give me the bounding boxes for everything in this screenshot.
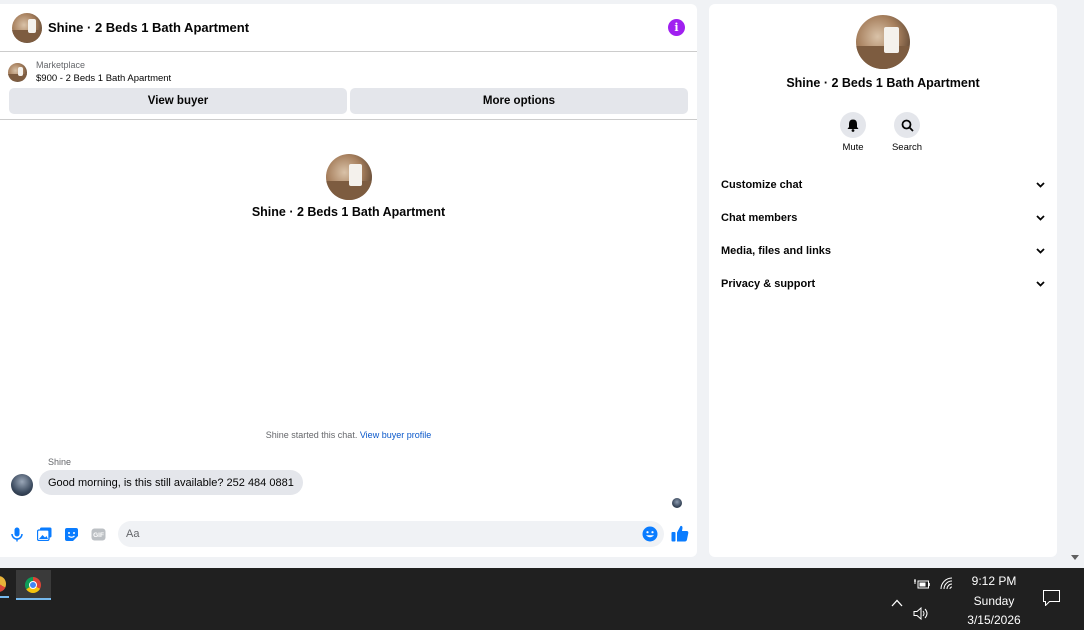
chevron-up-icon[interactable] — [891, 594, 903, 612]
chat-title[interactable]: Shine · 2 Beds 1 Bath Apartment — [48, 20, 249, 35]
scroll-down-arrow[interactable] — [1071, 555, 1079, 560]
gif-label: GIF — [93, 532, 104, 539]
started-text: Shine started this chat. — [265, 430, 358, 440]
mute-label: Mute — [842, 142, 864, 153]
clock-time: 9:12 PM — [971, 574, 1017, 588]
gif-icon[interactable]: GIF — [90, 526, 106, 542]
chat-started-note: Shine started this chat. View buyer prof… — [0, 430, 697, 440]
chat-panel: Shine · 2 Beds 1 Bath Apartment i Market… — [0, 4, 697, 557]
message-input[interactable] — [118, 521, 664, 547]
search-label: Search — [891, 142, 923, 153]
taskbar-clock[interactable]: 9:12 PM Sunday 3/15/2026 — [960, 572, 1028, 630]
intro-name: Shine · 2 Beds 1 Bath Apartment — [251, 205, 446, 219]
thumbs-up-icon[interactable] — [671, 525, 689, 547]
conversation-info-panel: Shine · 2 Beds 1 Bath Apartment Mute Sea… — [709, 4, 1057, 557]
search-icon[interactable] — [894, 112, 920, 138]
marketplace-listing[interactable]: Marketplace $900 - 2 Beds 1 Bath Apartme… — [0, 52, 697, 86]
chrome-taskbar-button[interactable] — [16, 570, 51, 600]
microphone-icon[interactable] — [9, 526, 25, 542]
section-label: Customize chat — [721, 178, 803, 191]
chevron-down-icon — [1035, 279, 1045, 289]
search-action[interactable]: Search — [891, 112, 923, 153]
customize-chat-section[interactable]: Customize chat — [709, 168, 1057, 201]
message-sender: Shine — [48, 457, 72, 467]
info-actions: Mute Search — [840, 112, 923, 153]
info-name: Shine · 2 Beds 1 Bath Apartment — [786, 76, 980, 90]
pinned-app-icon[interactable] — [0, 576, 6, 592]
chat-intro: Shine · 2 Beds 1 Bath Apartment — [0, 154, 697, 219]
listing-actions: View buyer More options — [0, 86, 697, 120]
sender-avatar[interactable] — [11, 474, 33, 496]
volume-icon[interactable] — [913, 606, 929, 625]
chrome-icon — [25, 577, 41, 593]
more-options-button[interactable]: More options — [350, 88, 688, 114]
notification-icon[interactable] — [1043, 590, 1060, 611]
listing-source: Marketplace — [36, 60, 86, 70]
media-files-links-section[interactable]: Media, files and links — [709, 234, 1057, 267]
active-app-indicator — [0, 596, 9, 598]
chat-members-section[interactable]: Chat members — [709, 201, 1057, 234]
clock-date: 3/15/2026 — [967, 613, 1021, 627]
battery-icon[interactable] — [914, 577, 930, 595]
wifi-icon[interactable] — [940, 577, 954, 595]
chevron-down-icon — [1035, 246, 1045, 256]
clock-day: Sunday — [973, 593, 1015, 608]
view-buyer-button[interactable]: View buyer — [9, 88, 347, 114]
section-label: Chat members — [721, 211, 798, 224]
active-app-indicator — [16, 598, 51, 600]
listing-text: Marketplace $900 - 2 Beds 1 Bath Apartme… — [36, 59, 171, 85]
emoji-icon[interactable] — [642, 526, 658, 547]
photo-icon[interactable] — [36, 526, 52, 542]
mute-action[interactable]: Mute — [840, 112, 866, 153]
info-sections: Customize chat Chat members Media, files… — [709, 168, 1057, 300]
section-label: Privacy & support — [721, 277, 816, 290]
message-bubble[interactable]: Good morning, is this still available? 2… — [39, 470, 303, 495]
privacy-support-section[interactable]: Privacy & support — [709, 267, 1057, 300]
chat-avatar[interactable] — [12, 12, 42, 43]
info-icon[interactable]: i — [668, 19, 685, 36]
sticker-icon[interactable] — [63, 526, 79, 542]
chevron-down-icon — [1035, 213, 1045, 223]
windows-taskbar: 9:12 PM Sunday 3/15/2026 — [0, 568, 1084, 630]
bell-icon[interactable] — [840, 112, 866, 138]
seen-indicator-avatar — [672, 498, 682, 508]
chevron-down-icon — [1035, 180, 1045, 190]
chat-header: Shine · 2 Beds 1 Bath Apartment i — [0, 4, 697, 52]
message-composer: GIF — [0, 520, 697, 548]
view-buyer-profile-link[interactable]: View buyer profile — [360, 430, 431, 440]
info-avatar[interactable] — [856, 15, 910, 69]
section-label: Media, files and links — [721, 244, 832, 257]
intro-avatar[interactable] — [325, 154, 372, 200]
listing-title: $900 - 2 Beds 1 Bath Apartment — [36, 73, 172, 84]
listing-thumbnail — [8, 62, 27, 82]
